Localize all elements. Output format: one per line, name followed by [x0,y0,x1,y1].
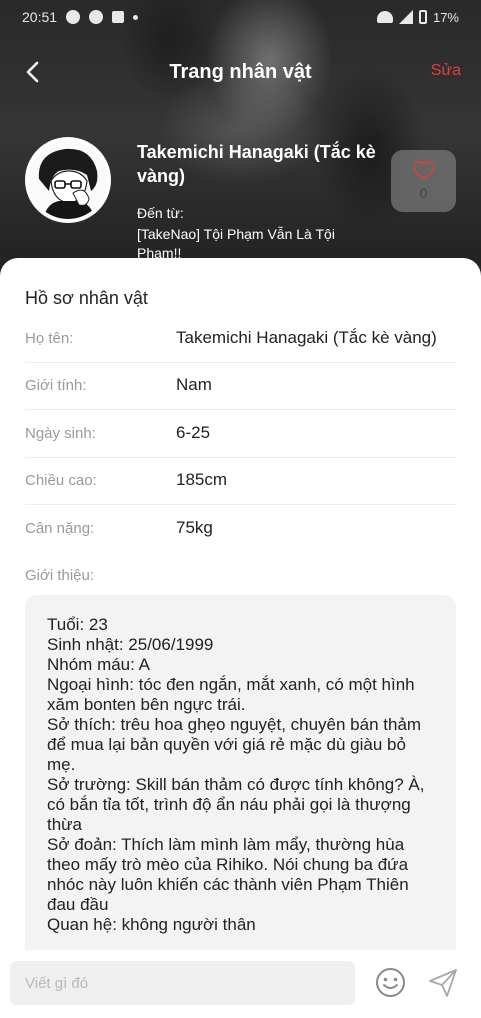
comment-composer [0,950,481,1018]
page-title: Trang nhân vật [169,60,312,83]
field-value: 75kg [176,518,213,537]
comment-input[interactable] [10,961,355,1005]
photo-icon [112,11,125,23]
smile-icon [376,968,405,997]
wifi-icon [376,11,393,23]
send-button[interactable] [427,967,459,999]
field-label: Cân nặng: [25,520,95,537]
chevron-left-icon [26,61,39,83]
field-row-gender: Giới tính: Nam [25,363,456,410]
status-time: 20:51 [22,9,58,25]
field-label: Ngày sinh: [25,425,96,442]
battery-icon [418,10,427,24]
intro-label: Giới thiệu: [25,567,95,584]
field-label: Chiều cao: [25,472,97,489]
emoji-button[interactable] [375,967,406,998]
like-button[interactable]: 0 [391,150,456,212]
dot-icon [133,14,139,20]
field-value: Takemichi Hanagaki (Tắc kè vàng) [176,328,437,347]
field-row-name: Họ tên: Takemichi Hanagaki (Tắc kè vàng) [25,316,456,363]
field-value: 6-25 [176,423,211,442]
like-count: 0 [419,185,428,201]
profile-sheet: Hồ sơ nhân vật Họ tên: Takemichi Hanagak… [0,258,481,950]
field-row-weight: Cân nặng: 75kg [25,506,456,553]
person-icon [89,10,104,24]
field-row-height: Chiều cao: 185cm [25,458,456,505]
status-bar: 20:51 17% [0,0,481,34]
field-value: Nam [176,375,212,394]
intro-box: Tuổi: 23 Sinh nhật: 25/06/1999 Nhóm máu:… [25,595,456,950]
avatar-image [29,141,107,219]
messenger-icon [66,10,81,24]
section-title: Hồ sơ nhân vật [25,288,148,308]
send-icon [429,969,457,997]
battery-level: 17% [432,9,459,25]
app-bar: Trang nhân vật Sửa [0,52,481,92]
character-name: Takemichi Hanagaki (Tắc kè vàng) [137,142,376,186]
back-button[interactable] [16,56,48,88]
field-value: 185cm [176,470,228,489]
edit-button[interactable]: Sửa [431,62,461,80]
field-label: Giới tính: [25,377,87,394]
field-row-birthday: Ngày sinh: 6-25 [25,411,456,458]
intro-text: Tuổi: 23 Sinh nhật: 25/06/1999 Nhóm máu:… [47,615,425,934]
origin-label: Đến từ: [137,205,184,221]
character-avatar[interactable] [25,137,111,223]
heart-icon [412,161,435,181]
signal-icon [398,10,413,24]
field-label: Họ tên: [25,330,74,347]
